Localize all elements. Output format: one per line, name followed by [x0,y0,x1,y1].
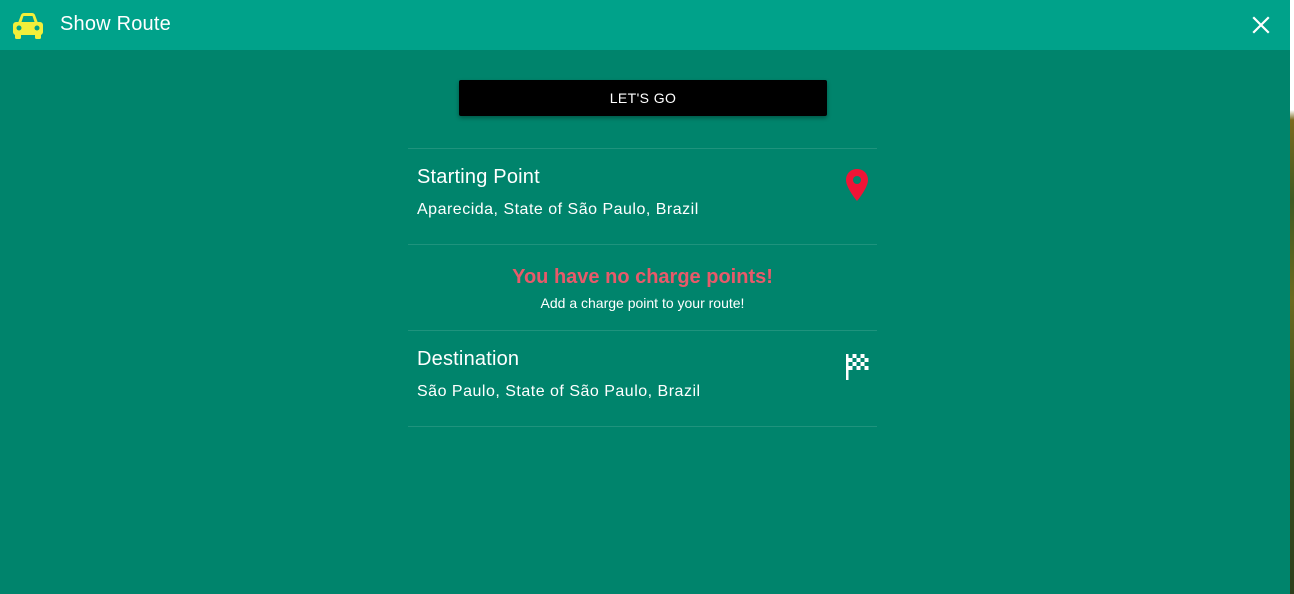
dialog-title: Show Route [60,13,171,35]
divider [408,244,877,245]
show-route-dialog: Show Route LET'S GO Starting Point Apare… [0,0,1290,594]
car-icon [13,13,43,39]
dialog-header: Show Route [0,0,1290,50]
close-icon[interactable] [1249,13,1273,37]
add-charge-point-hint: Add a charge point to your route! [540,295,745,311]
divider [408,148,877,149]
divider [408,330,877,331]
lets-go-button[interactable]: LET'S GO [459,80,827,116]
divider [408,426,877,427]
checkered-flag-icon [846,354,869,380]
starting-point-address: Aparecida, State of São Paulo, Brazil [417,201,699,218]
destination-address: São Paulo, State of São Paulo, Brazil [417,383,701,400]
destination-title: Destination [417,348,520,370]
map-pin-icon [846,169,868,201]
background-map-edge [1290,0,1294,594]
no-charge-points-message: You have no charge points! [512,266,773,288]
starting-point-title: Starting Point [417,166,540,188]
